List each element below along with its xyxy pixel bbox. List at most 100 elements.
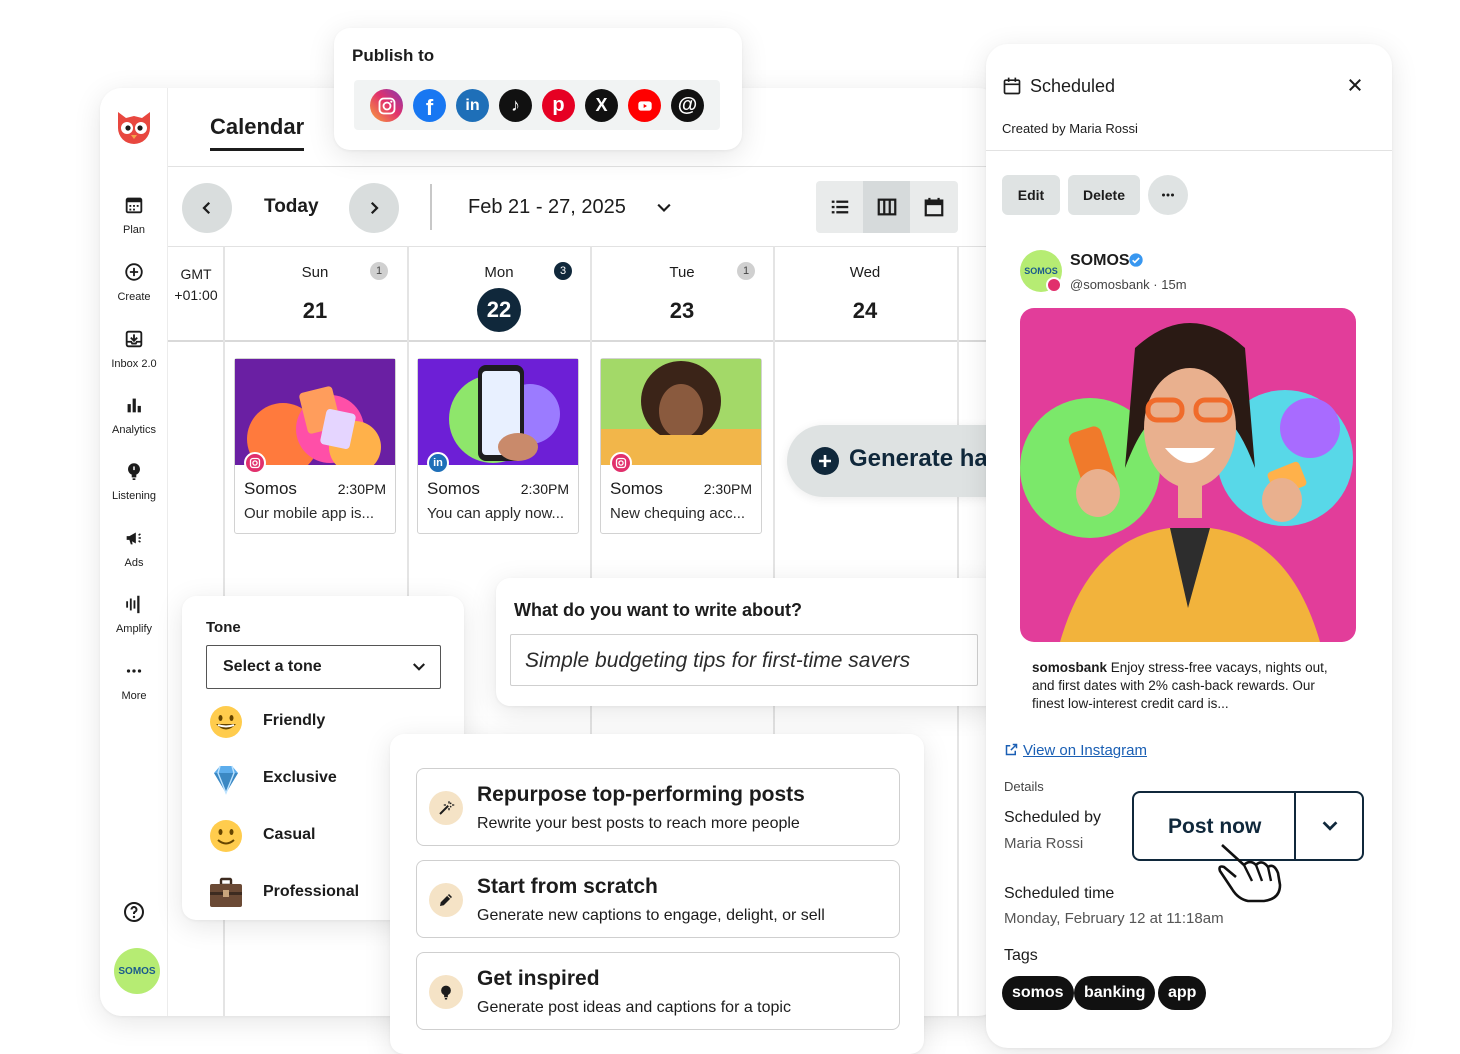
tone-option-label: Casual	[263, 826, 316, 843]
write-about-value: Simple budgeting tips for first-time sav…	[525, 649, 911, 672]
day-name-mon: Mon	[484, 264, 514, 281]
scheduled-panel: Scheduled Created by Maria Rossi Edit De…	[986, 44, 1392, 1048]
day-num-sun[interactable]: 21	[285, 298, 345, 324]
magic-wand-icon	[429, 791, 463, 825]
option-start-from-scratch[interactable]: Start from scratch Generate new captions…	[416, 860, 900, 938]
post-thumbnail	[418, 359, 578, 465]
columns-icon	[877, 198, 896, 216]
option-get-inspired[interactable]: Get inspired Generate post ideas and cap…	[416, 952, 900, 1030]
user-avatar[interactable]: SOMOS	[114, 948, 160, 994]
publish-to-card: Publish to f in ♪ p X @	[334, 28, 742, 150]
day-num-wed[interactable]: 24	[835, 298, 895, 324]
nav-inbox[interactable]: Inbox 2.0	[100, 328, 168, 370]
tag-chip[interactable]: somos	[1002, 976, 1074, 1010]
option-description: Generate new captions to engage, delight…	[477, 907, 825, 924]
nav-more-label: More	[121, 690, 147, 702]
edit-button[interactable]: Edit	[1002, 175, 1060, 215]
day-name-wed: Wed	[849, 264, 881, 281]
prev-week-button[interactable]	[182, 183, 232, 233]
lightbulb-icon	[429, 975, 463, 1009]
plus-icon	[811, 447, 839, 475]
nav-create[interactable]: Create	[100, 261, 168, 303]
gem-icon	[214, 765, 238, 795]
chevron-down-icon[interactable]	[654, 198, 674, 218]
caption-options-card: Repurpose top-performing posts Rewrite y…	[390, 734, 924, 1054]
nav-analytics-label: Analytics	[111, 424, 157, 436]
tone-option-label: Friendly	[263, 712, 326, 729]
grinning-face-icon	[210, 706, 242, 738]
calendar-icon	[924, 197, 943, 217]
threads-icon[interactable]: @	[671, 89, 704, 122]
details-label: Details	[1004, 779, 1044, 794]
nav-amplify[interactable]: Amplify	[100, 593, 168, 635]
post-now-button[interactable]: Post now	[1168, 815, 1261, 839]
calendar-post-card[interactable]: in Somos 2:30PM You can apply now...	[417, 358, 579, 534]
next-week-button[interactable]	[349, 183, 399, 233]
today-button[interactable]: Today	[264, 196, 319, 218]
bar-chart-icon	[127, 398, 141, 413]
instagram-icon	[610, 452, 632, 474]
option-description: Generate post ideas and captions for a t…	[477, 999, 791, 1016]
tone-select[interactable]: Select a tone	[206, 645, 441, 689]
x-icon[interactable]: X	[585, 89, 618, 122]
nav-amplify-label: Amplify	[115, 623, 153, 635]
scheduled-title: Scheduled	[1030, 76, 1116, 96]
tone-option-label: Professional	[263, 883, 360, 900]
verified-badge-icon	[1129, 253, 1143, 267]
linkedin-icon[interactable]: in	[456, 89, 489, 122]
option-repurpose[interactable]: Repurpose top-performing posts Rewrite y…	[416, 768, 900, 846]
facebook-icon[interactable]: f	[413, 89, 446, 122]
tiktok-icon[interactable]: ♪	[499, 89, 532, 122]
delete-button[interactable]: Delete	[1068, 175, 1140, 215]
calendar-icon	[125, 197, 143, 214]
pinterest-icon[interactable]: p	[542, 89, 575, 122]
nav-more[interactable]: More	[100, 660, 168, 702]
month-view-button[interactable]	[910, 181, 957, 233]
post-preview-image	[1020, 308, 1356, 642]
list-view-button[interactable]	[816, 181, 863, 233]
tag-chip[interactable]: banking	[1074, 976, 1156, 1010]
view-toggle	[816, 181, 958, 233]
calendar-post-card[interactable]: Somos 2:30PM New chequing acc...	[600, 358, 762, 534]
tag-chip[interactable]: app	[1158, 976, 1207, 1010]
calendar-tab-title[interactable]: Calendar	[210, 114, 305, 151]
post-text: Our mobile app is...	[244, 505, 375, 522]
more-dots-icon	[1162, 193, 1174, 197]
chevron-down-icon[interactable]	[1319, 815, 1341, 837]
instagram-icon[interactable]	[370, 89, 403, 122]
close-icon[interactable]	[1346, 76, 1364, 94]
nav-plan[interactable]: Plan	[100, 194, 168, 236]
account-avatar-text: SOMOS	[1024, 266, 1058, 276]
help-icon[interactable]	[122, 900, 146, 924]
post-thumbnail	[235, 359, 395, 465]
owl-logo-icon[interactable]	[112, 104, 156, 148]
nav-listening[interactable]: Listening	[100, 460, 168, 502]
post-account: Somos	[427, 479, 480, 498]
week-view-button[interactable]	[863, 181, 910, 233]
lightbulb-icon	[128, 463, 140, 480]
tags-label: Tags	[1004, 947, 1038, 964]
external-link-icon	[1005, 743, 1018, 756]
scheduled-by-label: Scheduled by	[1004, 809, 1101, 826]
write-about-input[interactable]: Simple budgeting tips for first-time sav…	[510, 634, 978, 686]
youtube-icon[interactable]	[628, 89, 661, 122]
day-num-mon-today[interactable]: 22	[477, 288, 521, 332]
header-divider	[168, 166, 1000, 167]
more-options-button[interactable]	[1148, 175, 1188, 215]
date-range[interactable]: Feb 21 - 27, 2025	[468, 196, 626, 219]
nav-ads[interactable]: Ads	[100, 527, 168, 569]
view-on-instagram-link[interactable]: View on Instagram	[1004, 742, 1147, 759]
nav-analytics[interactable]: Analytics	[100, 394, 168, 436]
briefcase-icon	[210, 877, 242, 907]
day-num-tue[interactable]: 23	[652, 298, 712, 324]
calendar-post-card[interactable]: Somos 2:30PM Our mobile app is...	[234, 358, 396, 534]
nav-listening-label: Listening	[111, 490, 157, 502]
write-about-card: What do you want to write about? Simple …	[496, 578, 1002, 706]
option-title: Repurpose top-performing posts	[477, 783, 805, 806]
user-avatar-text: SOMOS	[118, 965, 156, 977]
post-thumbnail	[601, 359, 761, 465]
account-name: SOMOS	[1070, 252, 1130, 269]
chevron-down-icon	[413, 663, 425, 671]
panel-divider	[986, 150, 1392, 151]
option-description: Rewrite your best posts to reach more pe…	[477, 815, 800, 832]
